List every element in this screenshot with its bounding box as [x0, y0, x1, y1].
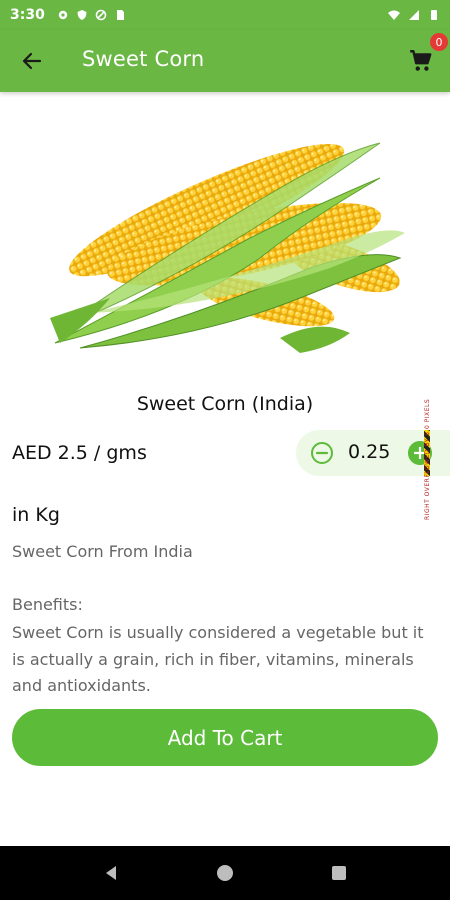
cart-count-badge: 0: [430, 33, 448, 51]
unit-label: in Kg: [12, 504, 60, 526]
circle-home-icon: [217, 865, 233, 881]
product-image: [50, 142, 405, 353]
quantity-value: 0.25: [348, 441, 391, 463]
minus-circle-icon[interactable]: [310, 441, 334, 465]
nav-recents-button[interactable]: [327, 861, 351, 885]
status-bar: 3:30: [0, 0, 450, 30]
battery-icon: [431, 10, 437, 20]
cart-button[interactable]: [406, 46, 436, 76]
status-time: 3:30: [10, 7, 45, 23]
system-nav-bar: [0, 846, 450, 900]
overflow-warning-text: RIGHT OVERFLOWED BY 5.0 PIXELS: [424, 398, 431, 520]
triangle-back-icon: [106, 866, 116, 880]
product-description: Sweet Corn From India: [12, 542, 193, 561]
page-title: Sweet Corn: [82, 47, 205, 71]
product-price: AED 2.5 / gms: [12, 442, 147, 464]
app-bar: Sweet Corn 0: [0, 30, 450, 92]
shield-icon: [77, 10, 87, 20]
product-name: Sweet Corn (India): [136, 393, 314, 415]
nav-back-button[interactable]: [99, 861, 123, 885]
wifi-icon: [388, 10, 400, 20]
sim-card-icon: [116, 10, 124, 20]
benefits-text: Sweet Corn is usually considered a veget…: [12, 623, 424, 695]
square-recents-icon: [332, 866, 346, 880]
no-data-icon: [95, 9, 107, 21]
nav-home-button[interactable]: [213, 861, 237, 885]
signal-icon: [409, 10, 419, 20]
arrow-back-icon: [22, 52, 42, 70]
back-button[interactable]: [18, 47, 46, 75]
benefits-label: Benefits:: [12, 595, 83, 614]
add-to-cart-button[interactable]: Add To Cart: [12, 709, 438, 766]
gear-icon: [58, 10, 68, 20]
shopping-cart-icon: [410, 50, 432, 71]
